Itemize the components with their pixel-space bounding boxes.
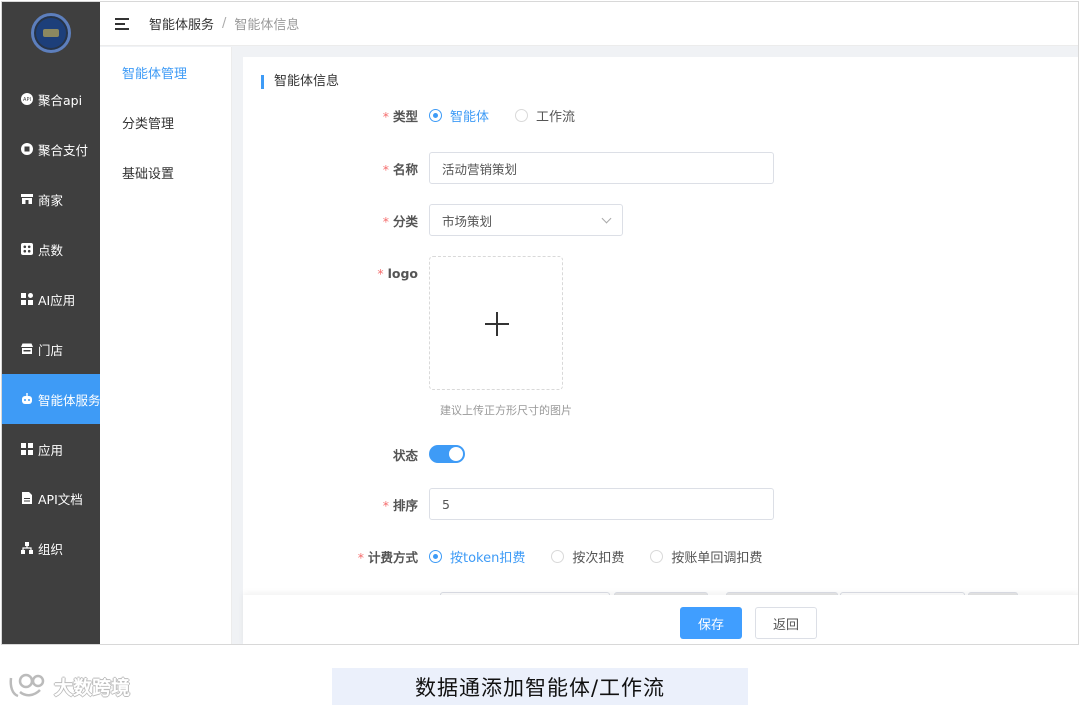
breadcrumb-parent[interactable]: 智能体服务 [149,14,214,33]
document-icon [20,491,34,505]
category-row: * 分类 市场策划 [243,204,1078,236]
type-row: * 类型 智能体 工作流 [243,105,1078,125]
billing-row: * 计费方式 按token扣费 按次扣费 按账单回调扣费 [243,546,1078,566]
sort-input[interactable]: 5 [429,488,774,520]
back-button[interactable]: 返回 [755,607,817,639]
radio-unchecked-icon [551,549,565,563]
status-label: 状态 [392,447,418,463]
app-window: API 聚合api 聚合支付 商家 点数 AI应用 门店 智能体服务 应用 AP… [1,1,1079,645]
nav-item-points[interactable]: 点数 [2,224,100,274]
main-nav: API 聚合api 聚合支付 商家 点数 AI应用 门店 智能体服务 应用 AP… [2,2,100,644]
nav-item-organization[interactable]: 组织 [2,523,100,573]
shop-icon [20,342,34,356]
caption-banner: 数据通添加智能体/工作流 [332,668,748,705]
collapse-menu-icon[interactable] [115,17,131,31]
apps-grid-icon [20,292,34,306]
radio-checked-icon [429,549,442,563]
radio-unchecked-icon [650,549,664,563]
nav-item-label: 门店 [38,342,64,358]
category-value: 市场策划 [442,213,493,229]
billing-label: * 计费方式 [357,549,418,565]
logo-upload[interactable] [429,256,563,390]
watermark-logo-icon [9,673,45,698]
brand-logo[interactable] [31,13,71,53]
logo-row: * logo [243,256,1078,390]
save-button[interactable]: 保存 [680,607,742,639]
agent-info-card: 智能体信息 * 类型 智能体 工作流 * 名称 活动营销策划 * 分类 市场策划 * l… [243,57,1078,597]
status-toggle[interactable] [429,445,465,463]
status-row: 状态 [243,444,1078,464]
name-row: * 名称 活动营销策划 [243,152,1078,184]
nav-item-aggregate-api[interactable]: API 聚合api [2,74,100,124]
sort-label: * 排序 [382,497,418,513]
billing-radio-callback[interactable]: 按账单回调扣费 [650,547,762,566]
nav-item-label: 聚合支付 [38,142,89,158]
nav-item-label: AI应用 [38,292,76,308]
org-tree-icon [20,541,34,555]
section-title: 智能体信息 [261,75,339,89]
billing-radio-per-call[interactable]: 按次扣费 [551,547,624,566]
nav-item-label: API文档 [38,491,83,507]
radio-unchecked-icon [515,108,529,122]
name-input[interactable]: 活动营销策划 [429,152,774,184]
submenu-item-basic-settings[interactable]: 基础设置 [100,147,231,197]
nav-item-agent-service[interactable]: 智能体服务 [2,374,100,424]
sort-row: * 排序 5 [243,488,1078,520]
submenu-item-agent-management[interactable]: 智能体管理 [100,47,231,97]
nav-item-aggregate-payment[interactable]: 聚合支付 [2,124,100,174]
nav-item-merchant[interactable]: 商家 [2,174,100,224]
type-label: * 类型 [382,108,418,124]
points-icon [20,242,34,256]
nav-item-label: 组织 [38,541,64,557]
api-circle-icon: API [20,92,34,106]
watermark-text: 大数跨境 [54,676,131,699]
nav-item-label: 聚合api [38,92,83,108]
category-label: * 分类 [382,213,418,229]
radio-checked-icon [429,108,442,122]
top-header: 智能体服务 / 智能体信息 [100,2,1078,46]
submenu-item-category-management[interactable]: 分类管理 [100,97,231,147]
nav-item-label: 商家 [38,192,64,208]
nav-item-label: 智能体服务 [38,392,100,408]
store-icon [20,192,34,206]
grid-icon [20,442,34,456]
nav-item-shop[interactable]: 门店 [2,324,100,374]
name-label: * 名称 [382,161,418,177]
type-radio-agent[interactable]: 智能体 [429,106,489,125]
form-footer: 保存 返回 [243,595,1078,644]
nav-item-api-docs[interactable]: API文档 [2,473,100,523]
nav-item-ai-apps[interactable]: AI应用 [2,274,100,324]
breadcrumb-current: 智能体信息 [234,18,300,33]
nav-item-apps[interactable]: 应用 [2,424,100,474]
chevron-down-icon [601,213,612,223]
category-select[interactable]: 市场策划 [429,204,623,236]
logo-hint: 建议上传正方形尺寸的图片 [440,404,572,417]
payment-circle-icon [20,142,34,156]
breadcrumb-separator: / [222,16,227,31]
watermark: 大数跨境 [8,672,130,700]
billing-radio-token[interactable]: 按token扣费 [429,547,525,566]
robot-icon [20,392,34,406]
nav-item-label: 点数 [38,242,64,258]
logo-label: * logo [377,266,418,281]
svg-text:API: API [23,97,31,103]
nav-item-label: 应用 [38,442,64,458]
type-radio-workflow[interactable]: 工作流 [515,106,575,125]
required-mark: * [382,108,389,124]
submenu: 智能体管理 分类管理 基础设置 [100,47,232,644]
